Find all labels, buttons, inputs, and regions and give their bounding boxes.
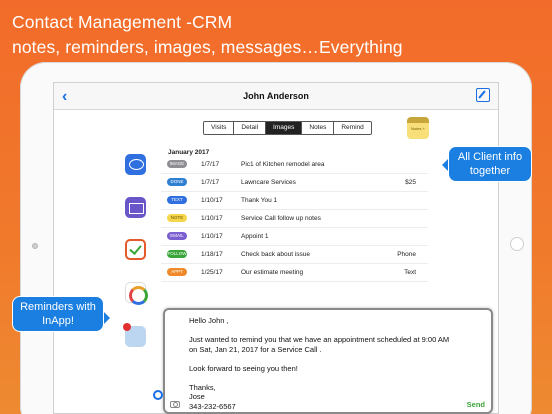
item-date: 1/7/17 [201,161,220,168]
list-item[interactable]: IMAGE 1/7/17 Pic1 of Kitchen remodel area [161,156,428,174]
type-badge: EMAIL [167,232,187,240]
list-item[interactable]: DONE 1/7/17 Lawncare Services $25 [161,174,428,192]
message-compose-panel[interactable]: Hello John , Just wanted to remind you th… [163,308,493,414]
tab-notes[interactable]: Notes [302,122,335,134]
type-badge: NOTE [167,214,187,222]
item-description: Check back about issue [241,251,311,258]
list-item[interactable]: APPT 1/25/17 Our estimate meeting Text [161,264,428,282]
item-description: Lawncare Services [241,179,296,186]
item-date: 1/7/17 [201,179,220,186]
month-header: January 2017 [168,149,210,156]
list-item[interactable]: EMAIL 1/10/17 Appoint 1 [161,228,428,246]
tab-images[interactable]: Images [266,122,303,134]
item-detail: $25 [405,179,416,186]
message-line: Just wanted to remind you that we have a… [189,335,450,344]
message-line [189,373,449,383]
item-description: Thank You 1 [241,197,278,204]
list-item[interactable]: FOLLOW 1/18/17 Check back about issue Phone [161,246,428,264]
edit-icon[interactable] [476,88,490,102]
item-date: 1/25/17 [201,269,223,276]
item-detail: Phone [397,251,416,258]
message-line [189,326,449,336]
camera-lens [32,243,38,249]
type-badge: APPT [167,268,187,276]
circle-icon[interactable] [153,390,163,400]
contact-name-title: John Anderson [243,91,309,101]
home-button[interactable] [510,237,524,251]
item-detail: Text [404,269,416,276]
photos-icon[interactable] [125,282,148,305]
type-badge: FOLLOW [167,250,187,258]
type-badge: TEXT [167,196,187,204]
item-date: 1/10/17 [201,215,223,222]
item-date: 1/10/17 [201,197,223,204]
navigation-bar: ‹ John Anderson [54,83,498,110]
message-line: Hello John , [189,316,229,325]
notes-icon[interactable]: Notes + [407,117,429,139]
tab-remind[interactable]: Remind [334,122,371,134]
activity-list: IMAGE 1/7/17 Pic1 of Kitchen remodel area D… [161,156,428,282]
message-body[interactable]: Hello John , Just wanted to remind you th… [189,316,449,411]
item-description: Service Call follow up notes [241,215,321,222]
item-description: Pic1 of Kitchen remodel area [241,161,325,168]
item-description: Appoint 1 [241,233,269,240]
view-segmented-control: Visits Detail Images Notes Remind [203,121,372,135]
message-icon[interactable] [125,154,146,175]
message-line: on Sat, Jan 21, 2017 for a Service Call … [189,344,322,354]
send-button[interactable]: Send [467,400,485,409]
list-item[interactable]: NOTE 1/10/17 Service Call follow up notes [161,210,428,228]
compose-toolbar: Send [165,398,491,412]
list-item[interactable]: TEXT 1/10/17 Thank You 1 [161,192,428,210]
callout-reminders: Reminders with InApp! [12,296,110,332]
tab-detail[interactable]: Detail [234,122,267,134]
camera-icon[interactable] [170,401,180,408]
reminder-check-icon[interactable] [125,239,146,260]
callout-client-info: All Client info together [442,146,532,182]
email-icon[interactable] [125,197,146,218]
tab-visits[interactable]: Visits [204,122,235,134]
item-date: 1/18/17 [201,251,223,258]
headline-line-2: notes, reminders, images, messages…Every… [12,37,403,57]
promo-headline: Contact Management -CRM notes, reminders… [12,10,403,60]
message-line: Thanks, [189,382,216,392]
item-date: 1/10/17 [201,233,223,240]
headline-line-1: Contact Management -CRM [12,12,233,32]
message-line: Look forward to seeing you then! [189,363,298,373]
type-badge: IMAGE [167,160,187,168]
type-badge: DONE [167,178,187,186]
gallery-icon[interactable] [123,323,146,347]
item-description: Our estimate meeting [241,269,304,276]
message-line [189,354,449,364]
